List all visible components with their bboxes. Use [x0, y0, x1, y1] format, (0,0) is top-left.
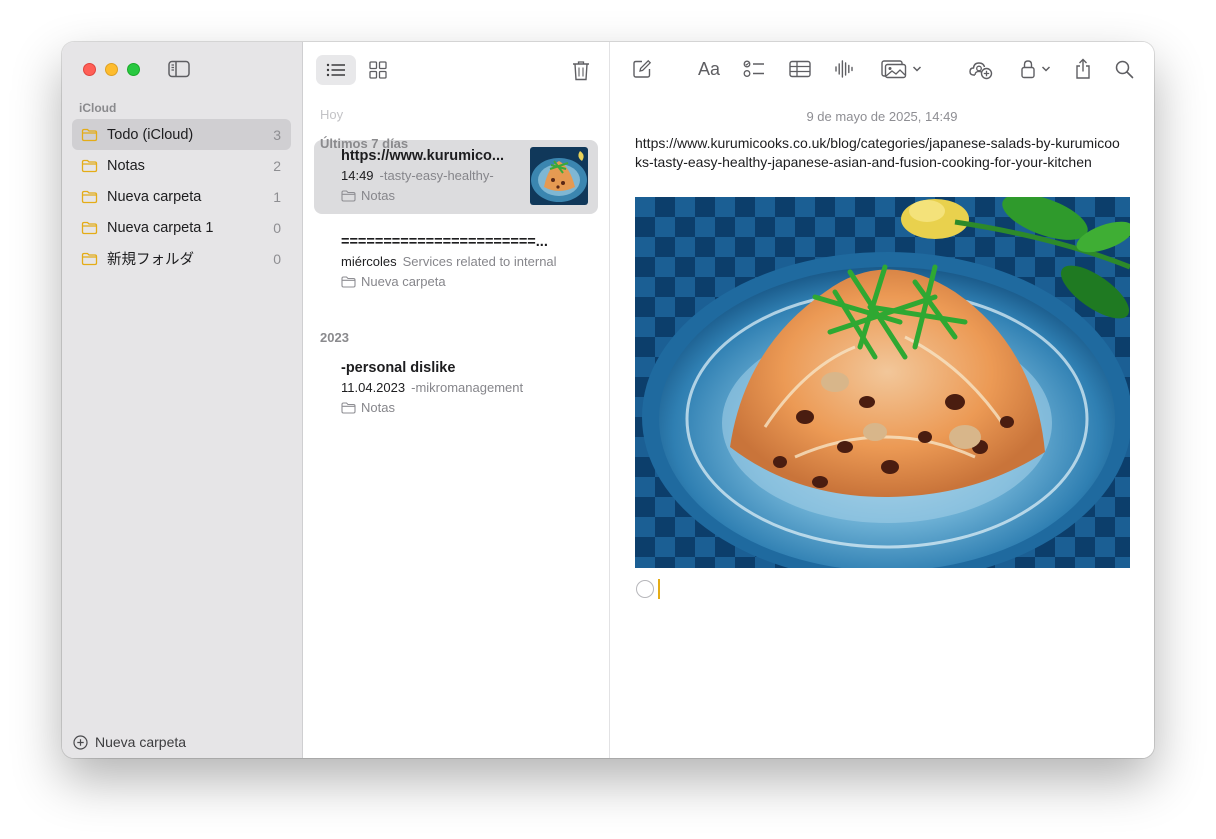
folder-icon: [341, 189, 356, 202]
folder-icon: [341, 401, 356, 414]
note-meta: miércoles Services related to internal: [341, 254, 581, 269]
new-folder-label: Nueva carpeta: [95, 734, 187, 750]
checklist-icon: [743, 60, 764, 77]
note-preview: Services related to internal: [402, 254, 557, 269]
note-image[interactable]: [635, 197, 1130, 568]
chevron-down-icon: [912, 66, 921, 72]
folder-icon: [81, 221, 98, 234]
gallery-view-button[interactable]: [358, 55, 398, 85]
note-folder: Nueva carpeta: [341, 274, 598, 289]
collaborate-button[interactable]: [969, 57, 993, 81]
folder-list: Todo (iCloud) 3 Notas 2 Nueva carpeta 1 …: [72, 119, 291, 274]
text-cursor: [658, 579, 660, 599]
format-button[interactable]: Aa: [696, 57, 722, 81]
note-thumbnail: [530, 147, 588, 205]
folder-item-nueva-carpeta[interactable]: Nueva carpeta 1: [72, 181, 291, 212]
note-item-personal-dislike[interactable]: -personal dislike 11.04.2023 -mikromanage…: [314, 352, 598, 426]
folder-name: Notas: [107, 157, 145, 174]
note-folder: Notas: [341, 400, 598, 415]
minimize-window-button[interactable]: [105, 63, 118, 76]
lock-button[interactable]: [1017, 57, 1053, 81]
folder-icon: [81, 159, 98, 172]
folder-icon: [341, 275, 356, 288]
zoom-window-button[interactable]: [127, 63, 140, 76]
note-preview: -tasty-easy-healthy-: [379, 168, 494, 183]
compose-icon: [633, 59, 652, 78]
folder-name: 新規フォルダ: [107, 252, 194, 268]
delete-note-button[interactable]: [569, 57, 593, 83]
search-button[interactable]: [1114, 57, 1134, 81]
folder-icon: [81, 190, 98, 203]
note-date: 14:49: [341, 168, 374, 183]
group-header-today: Hoy: [320, 107, 344, 122]
plus-circle-icon: [73, 734, 88, 750]
note-date: miércoles: [341, 254, 397, 269]
search-icon: [1115, 60, 1133, 78]
note-preview: -mikromanagement: [411, 380, 524, 395]
audio-button[interactable]: [834, 57, 854, 81]
folder-name: Todo (iCloud): [107, 126, 194, 143]
folder-item-nueva-carpeta-1[interactable]: Nueva carpeta 1 0: [72, 212, 291, 243]
note-title: =======================...: [341, 234, 548, 250]
folder-count: 1: [273, 188, 281, 205]
folder-icon: [81, 128, 98, 141]
note-item-services[interactable]: =======================... miércoles Serv…: [314, 226, 598, 300]
note-date: 11.04.2023: [341, 380, 406, 395]
folder-count: 0: [273, 250, 281, 267]
new-note-button[interactable]: [631, 57, 653, 81]
table-icon: [789, 60, 811, 78]
note-title: -personal dislike: [341, 360, 456, 376]
folder-item-shinki-foruda[interactable]: 新規フォルダ 0: [72, 243, 291, 274]
window-controls: [83, 63, 140, 76]
sidebar: iCloud Todo (iCloud) 3 Notas 2 Nueva car…: [62, 42, 303, 758]
folder-item-todo-icloud[interactable]: Todo (iCloud) 3: [72, 119, 291, 150]
grid-icon: [369, 61, 387, 79]
chevron-down-icon: [1041, 66, 1050, 72]
note-folder-name: Notas: [361, 400, 395, 415]
share-icon: [1076, 58, 1090, 79]
format-label: Aa: [697, 58, 721, 79]
folder-count: 2: [273, 157, 281, 174]
folder-name: Nueva carpeta: [107, 188, 202, 205]
note-body-url[interactable]: https://www.kurumicooks.co.uk/blog/categ…: [635, 134, 1125, 172]
table-button[interactable]: [789, 57, 811, 81]
folder-item-notas[interactable]: Notas 2: [72, 150, 291, 181]
collaborate-icon: [969, 62, 993, 80]
icloud-section-label: iCloud: [79, 101, 117, 115]
note-folder-name: Notas: [361, 188, 395, 203]
new-folder-button[interactable]: Nueva carpeta: [73, 734, 186, 750]
folder-count: 3: [273, 126, 281, 143]
sidebar-icon[interactable]: [168, 60, 190, 78]
note-folder-name: Nueva carpeta: [361, 274, 446, 289]
photo-icon: [880, 60, 906, 79]
group-header-last-7-days: Últimos 7 días: [320, 136, 409, 151]
group-header-2023: 2023: [320, 330, 349, 345]
lock-icon: [1020, 60, 1035, 79]
note-meta: 11.04.2023 -mikromanagement: [341, 380, 581, 395]
list-toolbar: [315, 55, 597, 85]
close-window-button[interactable]: [83, 63, 96, 76]
list-view-button[interactable]: [316, 55, 356, 85]
checklist-button[interactable]: [743, 57, 765, 81]
waveform-icon: [835, 60, 853, 78]
list-icon: [326, 63, 345, 77]
notes-window: iCloud Todo (iCloud) 3 Notas 2 Nueva car…: [62, 42, 1154, 758]
folder-icon: [81, 252, 98, 265]
share-button[interactable]: [1073, 57, 1093, 81]
note-editor: Aa 9 de mayo de 2025, 14:49 https://www.…: [610, 42, 1154, 758]
note-meta: 14:49 -tasty-easy-healthy-: [341, 168, 516, 183]
note-timestamp: 9 de mayo de 2025, 14:49: [806, 109, 958, 124]
folder-name: Nueva carpeta 1: [107, 219, 214, 236]
checklist-checkbox[interactable]: [636, 580, 654, 598]
trash-icon: [573, 60, 589, 80]
folder-count: 0: [273, 219, 281, 236]
note-item-kurumicooks[interactable]: https://www.kurumico... 14:49 -tasty-easy…: [314, 140, 598, 214]
media-button[interactable]: [879, 57, 923, 81]
note-list-pane: Hoy https://www.kurumico... 14:49 -tasty-…: [303, 42, 610, 758]
